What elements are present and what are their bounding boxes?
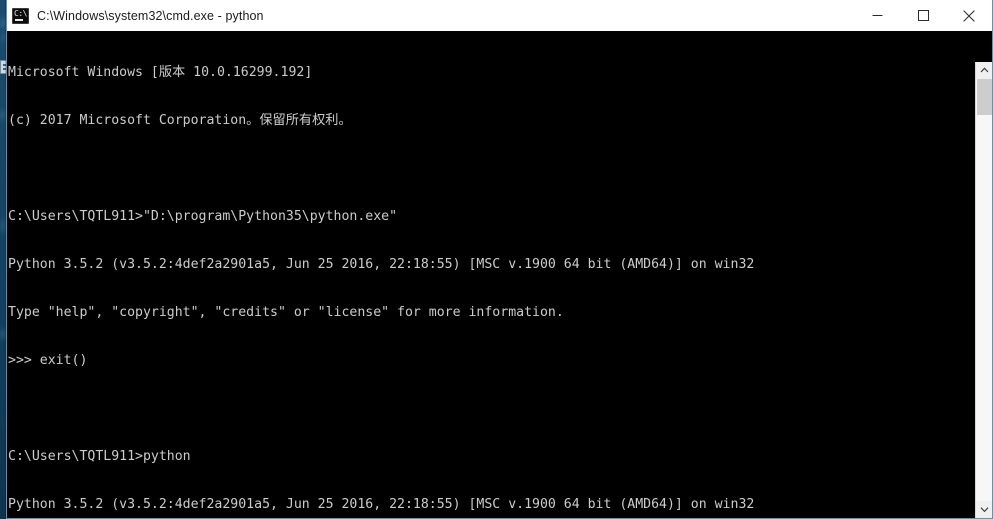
cmd-icon-glyph: C:\ (14, 8, 27, 18)
title-bar[interactable]: C:\ C:\Windows\system32\cmd.exe - python (7, 0, 992, 32)
console-line: Microsoft Windows [版本 10.0.16299.192] (8, 65, 313, 80)
screen-root: PATHEXT COM EXE BAT CMD VBS VBE C:\ (0, 0, 993, 519)
console-line: (c) 2017 Microsoft Corporation。保留所有权利。 (8, 113, 352, 128)
maximize-icon (917, 10, 929, 21)
scroll-down-button[interactable] (976, 501, 992, 518)
scrollbar-thumb[interactable] (977, 79, 992, 115)
window-title: C:\Windows\system32\cmd.exe - python (37, 8, 264, 23)
console-text-block: Microsoft Windows [版本 10.0.16299.192] (c… (8, 33, 754, 518)
close-button[interactable] (946, 0, 992, 31)
vertical-scrollbar[interactable] (975, 62, 992, 518)
chevron-down-icon (980, 507, 989, 513)
cmd-icon-cursor (15, 18, 23, 21)
minimize-icon (872, 15, 882, 16)
window-controls (854, 0, 992, 31)
maximize-button[interactable] (900, 0, 946, 31)
console-line: Type "help", "copyright", "credits" or "… (8, 305, 564, 320)
scroll-up-button[interactable] (976, 62, 992, 79)
minimize-button[interactable] (854, 0, 900, 31)
console-line: >>> exit() (8, 353, 88, 368)
console-line: C:\Users\TQTL911>python (8, 449, 191, 464)
console-output[interactable]: Microsoft Windows [版本 10.0.16299.192] (c… (7, 31, 992, 518)
chevron-up-icon (980, 67, 989, 73)
cmd-console-icon: C:\ (12, 7, 29, 24)
console-line: Python 3.5.2 (v3.5.2:4def2a2901a5, Jun 2… (8, 497, 755, 512)
cmd-window: C:\ C:\Windows\system32\cmd.exe - python (6, 0, 993, 519)
console-line: Python 3.5.2 (v3.5.2:4def2a2901a5, Jun 2… (8, 257, 755, 272)
console-line: C:\Users\TQTL911>"D:\program\Python35\py… (8, 209, 398, 224)
scrollbar-track[interactable] (976, 79, 992, 501)
close-icon (963, 9, 975, 22)
